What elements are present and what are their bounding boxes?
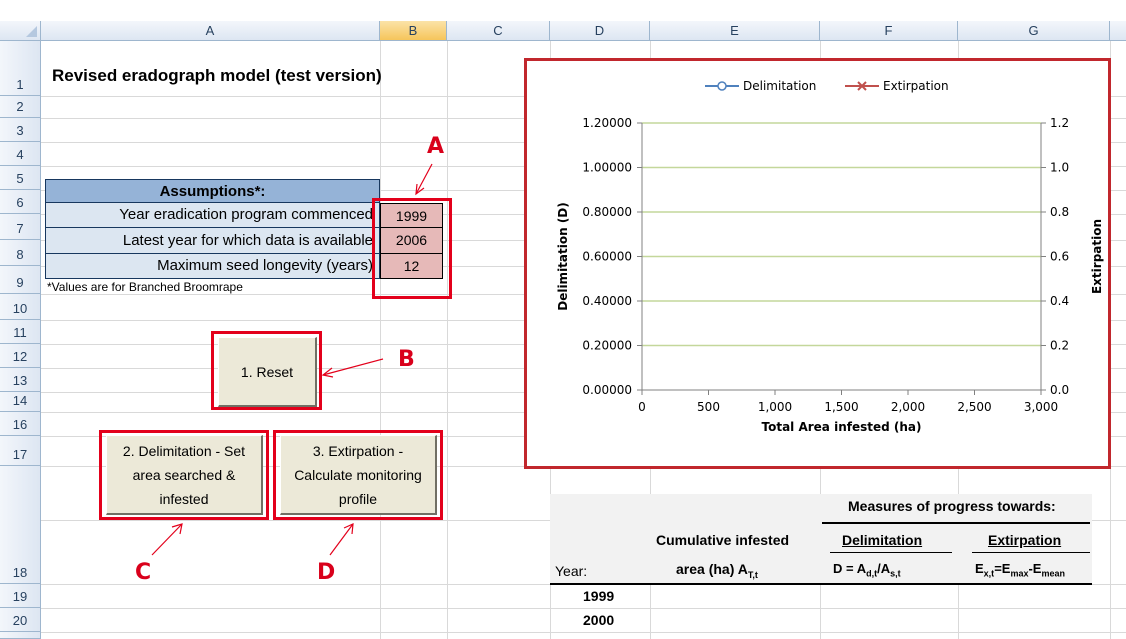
extirpation-header: Extirpation bbox=[988, 532, 1062, 548]
legend-delimitation-marker bbox=[717, 81, 727, 91]
measures-header: Measures of progress towards: bbox=[848, 498, 1056, 514]
y-tick-label: 0.00000 bbox=[582, 383, 632, 397]
extirpation-formula-text: E bbox=[975, 561, 984, 576]
x-tick-label: 2,500 bbox=[957, 400, 991, 414]
cumulative-subscript: T,t bbox=[747, 569, 758, 580]
x-tick-label: 3,000 bbox=[1024, 400, 1058, 414]
cumulative-header-text: area (ha) A bbox=[676, 561, 748, 577]
y-tick-label: 0.40000 bbox=[582, 294, 632, 308]
y2-axis-title: Extirpation bbox=[1090, 219, 1104, 294]
measures-underline bbox=[822, 522, 1090, 524]
y-tick-label: 1.20000 bbox=[582, 116, 632, 130]
y-tick-label: 1.00000 bbox=[582, 161, 632, 175]
y2-tick-label: 0.6 bbox=[1050, 250, 1069, 264]
legend-extirpation-label: Extirpation bbox=[883, 79, 949, 93]
cumulative-header-line1: Cumulative infested bbox=[656, 532, 790, 548]
y-tick-label: 0.60000 bbox=[582, 250, 632, 264]
chart-svg: 0.000000.200000.400000.600000.800001.000… bbox=[556, 79, 1104, 434]
x-tick-label: 2,000 bbox=[891, 400, 925, 414]
y-axis-title: Delimitation (D) bbox=[556, 202, 570, 311]
table-header-bottom-border bbox=[550, 583, 1092, 585]
y2-tick-label: 1.2 bbox=[1050, 116, 1069, 130]
delimitation-formula-underline bbox=[830, 552, 952, 553]
arrow-a bbox=[415, 163, 433, 195]
year-header: Year: bbox=[555, 563, 588, 579]
y2-tick-label: 0.0 bbox=[1050, 383, 1069, 397]
arrow-d bbox=[329, 523, 354, 556]
y2-tick-label: 0.2 bbox=[1050, 339, 1069, 353]
delimitation-formula-text: D = A bbox=[833, 561, 867, 576]
extirpation-formula-underline bbox=[972, 552, 1090, 553]
y2-tick-label: 0.4 bbox=[1050, 294, 1069, 308]
y2-tick-label: 1.0 bbox=[1050, 161, 1069, 175]
arrow-b bbox=[322, 358, 384, 376]
legend-delimitation-label: Delimitation bbox=[743, 79, 816, 93]
year-cell[interactable]: 1999 bbox=[583, 588, 614, 604]
y2-tick-label: 0.8 bbox=[1050, 205, 1069, 219]
x-tick-label: 0 bbox=[638, 400, 646, 414]
arrow-c bbox=[151, 523, 183, 556]
year-cell[interactable]: 2000 bbox=[583, 612, 614, 628]
y-tick-label: 0.20000 bbox=[582, 339, 632, 353]
x-tick-label: 500 bbox=[697, 400, 720, 414]
y-tick-label: 0.80000 bbox=[582, 205, 632, 219]
extirpation-formula: Ex,t=Emax-Emean bbox=[975, 561, 1065, 579]
chart-container[interactable]: 0.00000 0.20000 0.40000 0.60000 0.80000 1.000… bbox=[524, 58, 1111, 469]
x-tick-label: 1,000 bbox=[758, 400, 792, 414]
delimitation-formula: D = Ad,t/As,t bbox=[833, 561, 901, 579]
x-tick-label: 1,500 bbox=[824, 400, 858, 414]
delimitation-header: Delimitation bbox=[842, 532, 923, 548]
cumulative-header-line2: area (ha) AT,t bbox=[676, 561, 758, 580]
x-axis-title: Total Area infested (ha) bbox=[762, 420, 922, 434]
